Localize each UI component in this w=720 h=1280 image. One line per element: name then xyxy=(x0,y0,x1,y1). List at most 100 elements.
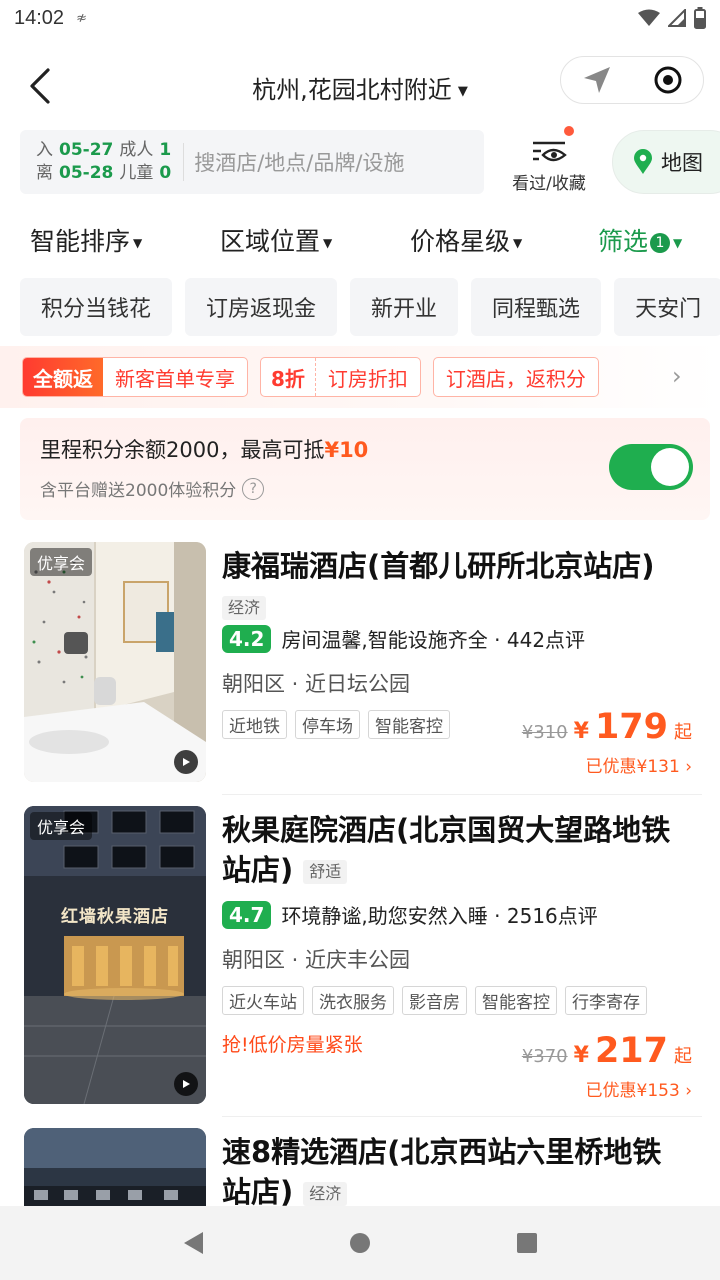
eye-filter-icon xyxy=(533,141,567,162)
area-dropdown[interactable]: 区域位置 ▼ xyxy=(220,222,332,258)
discount-text: 已优惠¥131 xyxy=(585,757,680,777)
hotel-facade-image xyxy=(24,806,206,1104)
points-balance: 里程积分余额2000，最高可抵¥10 xyxy=(40,434,368,464)
discount-amount[interactable]: 已优惠¥153 › xyxy=(522,1076,692,1101)
mini-program-capsule xyxy=(560,56,704,104)
original-price: ¥370 xyxy=(521,1046,568,1067)
discount-amount[interactable]: 已优惠¥131 › xyxy=(522,752,692,777)
quick-tag[interactable]: 同程甄选 xyxy=(471,278,602,336)
map-button[interactable]: 地图 xyxy=(612,130,720,194)
checkout-date: 05-28 xyxy=(59,163,114,183)
hotel-name-line2: 站店) xyxy=(222,853,294,887)
quick-filter-tags: 积分当钱花 订房返现金 新开业 同程甄选 天安门 xyxy=(20,278,720,336)
caret-down-icon: ▼ xyxy=(133,236,143,250)
facility-tag: 近火车站 xyxy=(222,986,304,1015)
status-icons xyxy=(638,7,706,29)
quick-tag[interactable]: 新开业 xyxy=(350,278,459,336)
caret-down-icon: ▼ xyxy=(457,83,468,99)
facility-tag: 智能客控 xyxy=(475,986,557,1015)
data-saver-icon: ≉ xyxy=(76,10,87,26)
filter-dropdown[interactable]: 筛选 1 ▼ xyxy=(598,222,682,258)
hotel-sign: 红墙秋果酒店 xyxy=(61,907,169,927)
help-icon[interactable]: ? xyxy=(242,477,265,500)
points-text: 里程积分余额2000，最高可抵 xyxy=(40,438,325,462)
hotel-name-line1: 秋果庭院酒店(北京国贸大望路地铁 xyxy=(222,813,671,847)
currency-symbol: ¥ xyxy=(573,719,589,744)
search-input[interactable]: 搜酒店/地点/品牌/设施 xyxy=(194,147,404,177)
date-guest-selector[interactable]: 入 05-27 成人 1 离 05-28 儿童 0 xyxy=(36,139,171,185)
search-row: 入 05-27 成人 1 离 05-28 儿童 0 搜酒店/地点/品牌/设施 看… xyxy=(0,126,720,196)
hotel-name: 速8精选酒店(北京西站六里桥地铁 站店) 经济 xyxy=(222,1132,702,1206)
points-card: 里程积分余额2000，最高可抵¥10 含平台赠送2000体验积分 ? xyxy=(20,418,710,520)
price-from-label: 起 xyxy=(674,1046,692,1067)
play-icon[interactable] xyxy=(174,750,198,774)
rating-row: 4.2 房间温馨,智能设施齐全 · 442点评 xyxy=(222,624,585,653)
facility-tag: 洗衣服务 xyxy=(312,986,394,1015)
rating-score: 4.2 xyxy=(222,624,272,653)
rating-row: 4.7 环境静谧,助您安然入睡 · 2516点评 xyxy=(222,900,598,929)
nav-home-icon[interactable] xyxy=(348,1231,372,1255)
children-count: 0 xyxy=(159,163,172,183)
target-icon xyxy=(654,66,681,94)
hotel-name-line1: 速8精选酒店(北京西站六里桥地铁 xyxy=(222,1135,662,1169)
promo-points: 订酒店，返积分 xyxy=(432,357,599,397)
checkout-label: 离 xyxy=(36,163,53,183)
hotel-card[interactable]: 优享会 红墙秋果酒店 秋果庭院酒店(北京国贸大望路地铁 站店) 舒适 4.7 环境… xyxy=(0,806,720,1117)
quick-tag[interactable]: 订房返现金 xyxy=(185,278,338,336)
hotel-photo[interactable]: 优享会 红墙秋果酒店 xyxy=(24,806,206,1104)
hotel-card[interactable]: 速8精选酒店(北京西站六里桥地铁 站店) 经济 xyxy=(0,1128,720,1206)
promo-strip[interactable]: 全额返 新客首单专享 8折 订房折扣 订酒店，返积分 › xyxy=(0,346,720,408)
notification-dot xyxy=(564,126,574,136)
promo-new-user: 全额返 新客首单专享 xyxy=(22,357,248,397)
play-icon[interactable] xyxy=(174,1072,198,1096)
hotel-photo[interactable] xyxy=(24,1128,206,1206)
caret-down-icon: ▼ xyxy=(513,236,523,250)
hotel-name: 康福瑞酒店(首都儿研所北京站店) 经济 xyxy=(222,546,702,626)
member-badge: 优享会 xyxy=(30,548,93,576)
close-capsule-button[interactable] xyxy=(632,57,703,103)
low-stock-warning: 抢!低价房量紧张 xyxy=(222,1034,363,1056)
facility-tag: 智能客控 xyxy=(368,710,450,739)
price-from-label: 起 xyxy=(674,722,692,743)
checkin-label: 入 xyxy=(36,140,53,160)
points-sub-text: 含平台赠送2000体验积分 xyxy=(40,481,237,501)
hotel-card[interactable]: 优享会 康福瑞酒店(首都儿研所北京站店) 经济 4.2 房间温馨,智能设施齐全 … xyxy=(0,542,720,795)
hotel-name: 秋果庭院酒店(北京国贸大望路地铁 站店) 舒适 xyxy=(222,810,702,890)
hotel-facade-image xyxy=(24,1128,206,1206)
date-search-box[interactable]: 入 05-27 成人 1 离 05-28 儿童 0 搜酒店/地点/品牌/设施 xyxy=(20,130,484,194)
locate-button[interactable] xyxy=(561,57,632,103)
signal-icon xyxy=(668,9,686,27)
hotel-location: 朝阳区 · 近庆丰公园 xyxy=(222,948,411,972)
adults-count: 1 xyxy=(159,140,172,160)
map-label: 地图 xyxy=(661,151,703,175)
promo-points-text: 订酒店，返积分 xyxy=(445,366,586,391)
hotel-photo[interactable]: 优享会 xyxy=(24,542,206,782)
map-pin-icon xyxy=(634,149,652,174)
currency-symbol: ¥ xyxy=(573,1043,589,1068)
history-favorites-button[interactable]: 看过/收藏 xyxy=(500,126,598,194)
original-price: ¥310 xyxy=(521,722,568,743)
price-star-dropdown[interactable]: 价格星级 ▼ xyxy=(410,222,522,258)
nav-back-icon[interactable] xyxy=(181,1230,205,1256)
location-title-text: 杭州,花园北村附近 xyxy=(252,76,452,104)
quick-tag[interactable]: 积分当钱花 xyxy=(20,278,173,336)
children-label: 儿童 xyxy=(119,163,154,183)
area-label: 区域位置 xyxy=(220,227,321,256)
status-time: 14:02 xyxy=(14,6,65,29)
nav-recents-icon[interactable] xyxy=(515,1231,539,1255)
promo-discount-tag: 8折 xyxy=(261,358,316,396)
card-divider xyxy=(222,1116,702,1117)
price-box: ¥370 ¥217 起 已优惠¥153 › xyxy=(522,1032,692,1101)
nav-bar: 杭州,花园北村附近 ▼ xyxy=(0,52,720,124)
points-toggle[interactable] xyxy=(609,444,693,490)
smart-sort-dropdown[interactable]: 智能排序 ▼ xyxy=(30,222,142,258)
hotel-name-text: 康福瑞酒店(首都儿研所北京站店) xyxy=(222,549,655,583)
points-note: 含平台赠送2000体验积分 ? xyxy=(40,476,265,501)
chevron-right-icon[interactable]: › xyxy=(672,362,682,390)
quick-tag[interactable]: 天安门 xyxy=(614,278,720,336)
promo-discount: 8折 订房折扣 xyxy=(260,357,421,397)
hotel-room-image xyxy=(24,542,206,782)
filter-count-badge: 1 xyxy=(650,233,671,253)
facility-tags: 近地铁 停车场 智能客控 xyxy=(222,710,450,739)
toggle-knob xyxy=(651,448,689,486)
